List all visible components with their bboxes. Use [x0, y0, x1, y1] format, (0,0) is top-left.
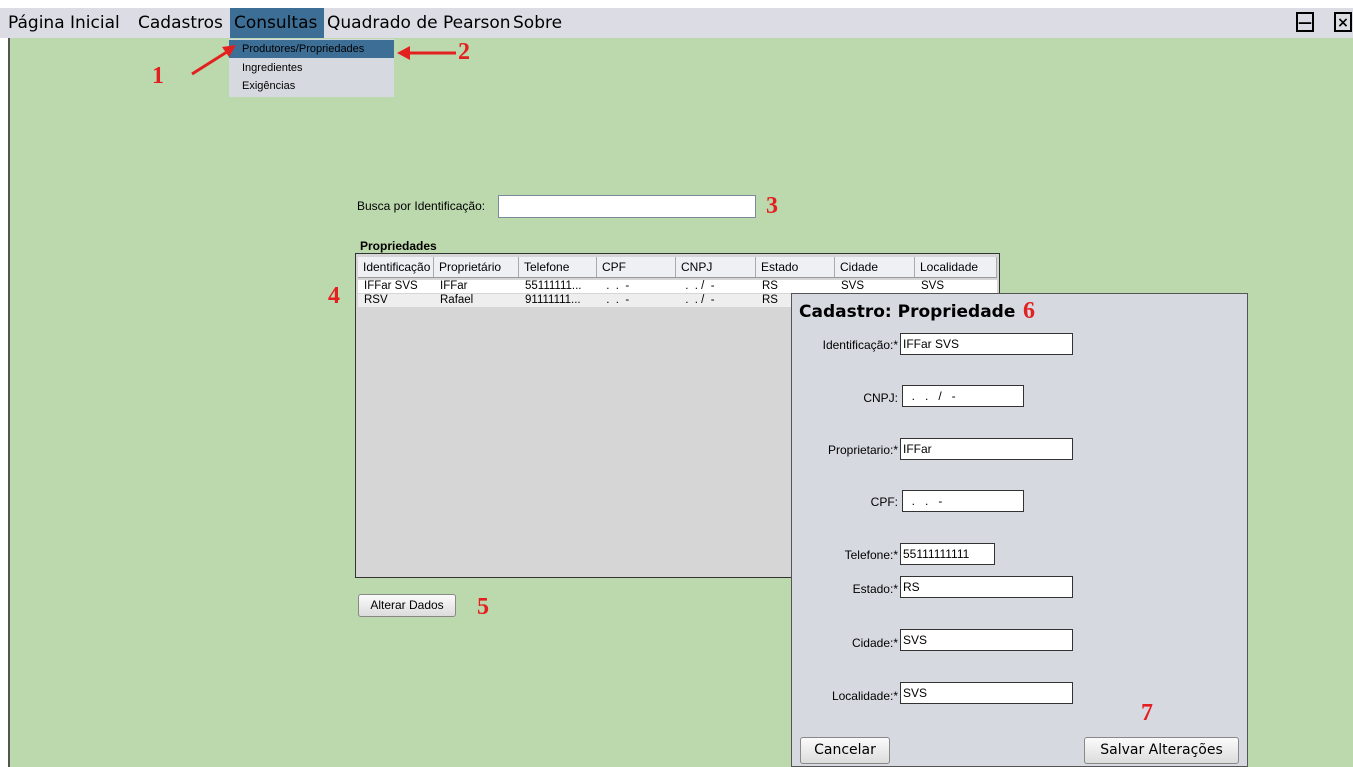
annotation-4: 4	[328, 283, 340, 309]
annotation-5: 5	[477, 594, 489, 620]
annotation-7: 7	[1141, 700, 1153, 726]
annotation-6: 6	[1023, 298, 1035, 324]
annotation-arrows	[191, 45, 456, 76]
annotation-2: 2	[458, 39, 470, 65]
annotation-3: 3	[766, 193, 778, 219]
annotation-1: 1	[152, 63, 164, 89]
